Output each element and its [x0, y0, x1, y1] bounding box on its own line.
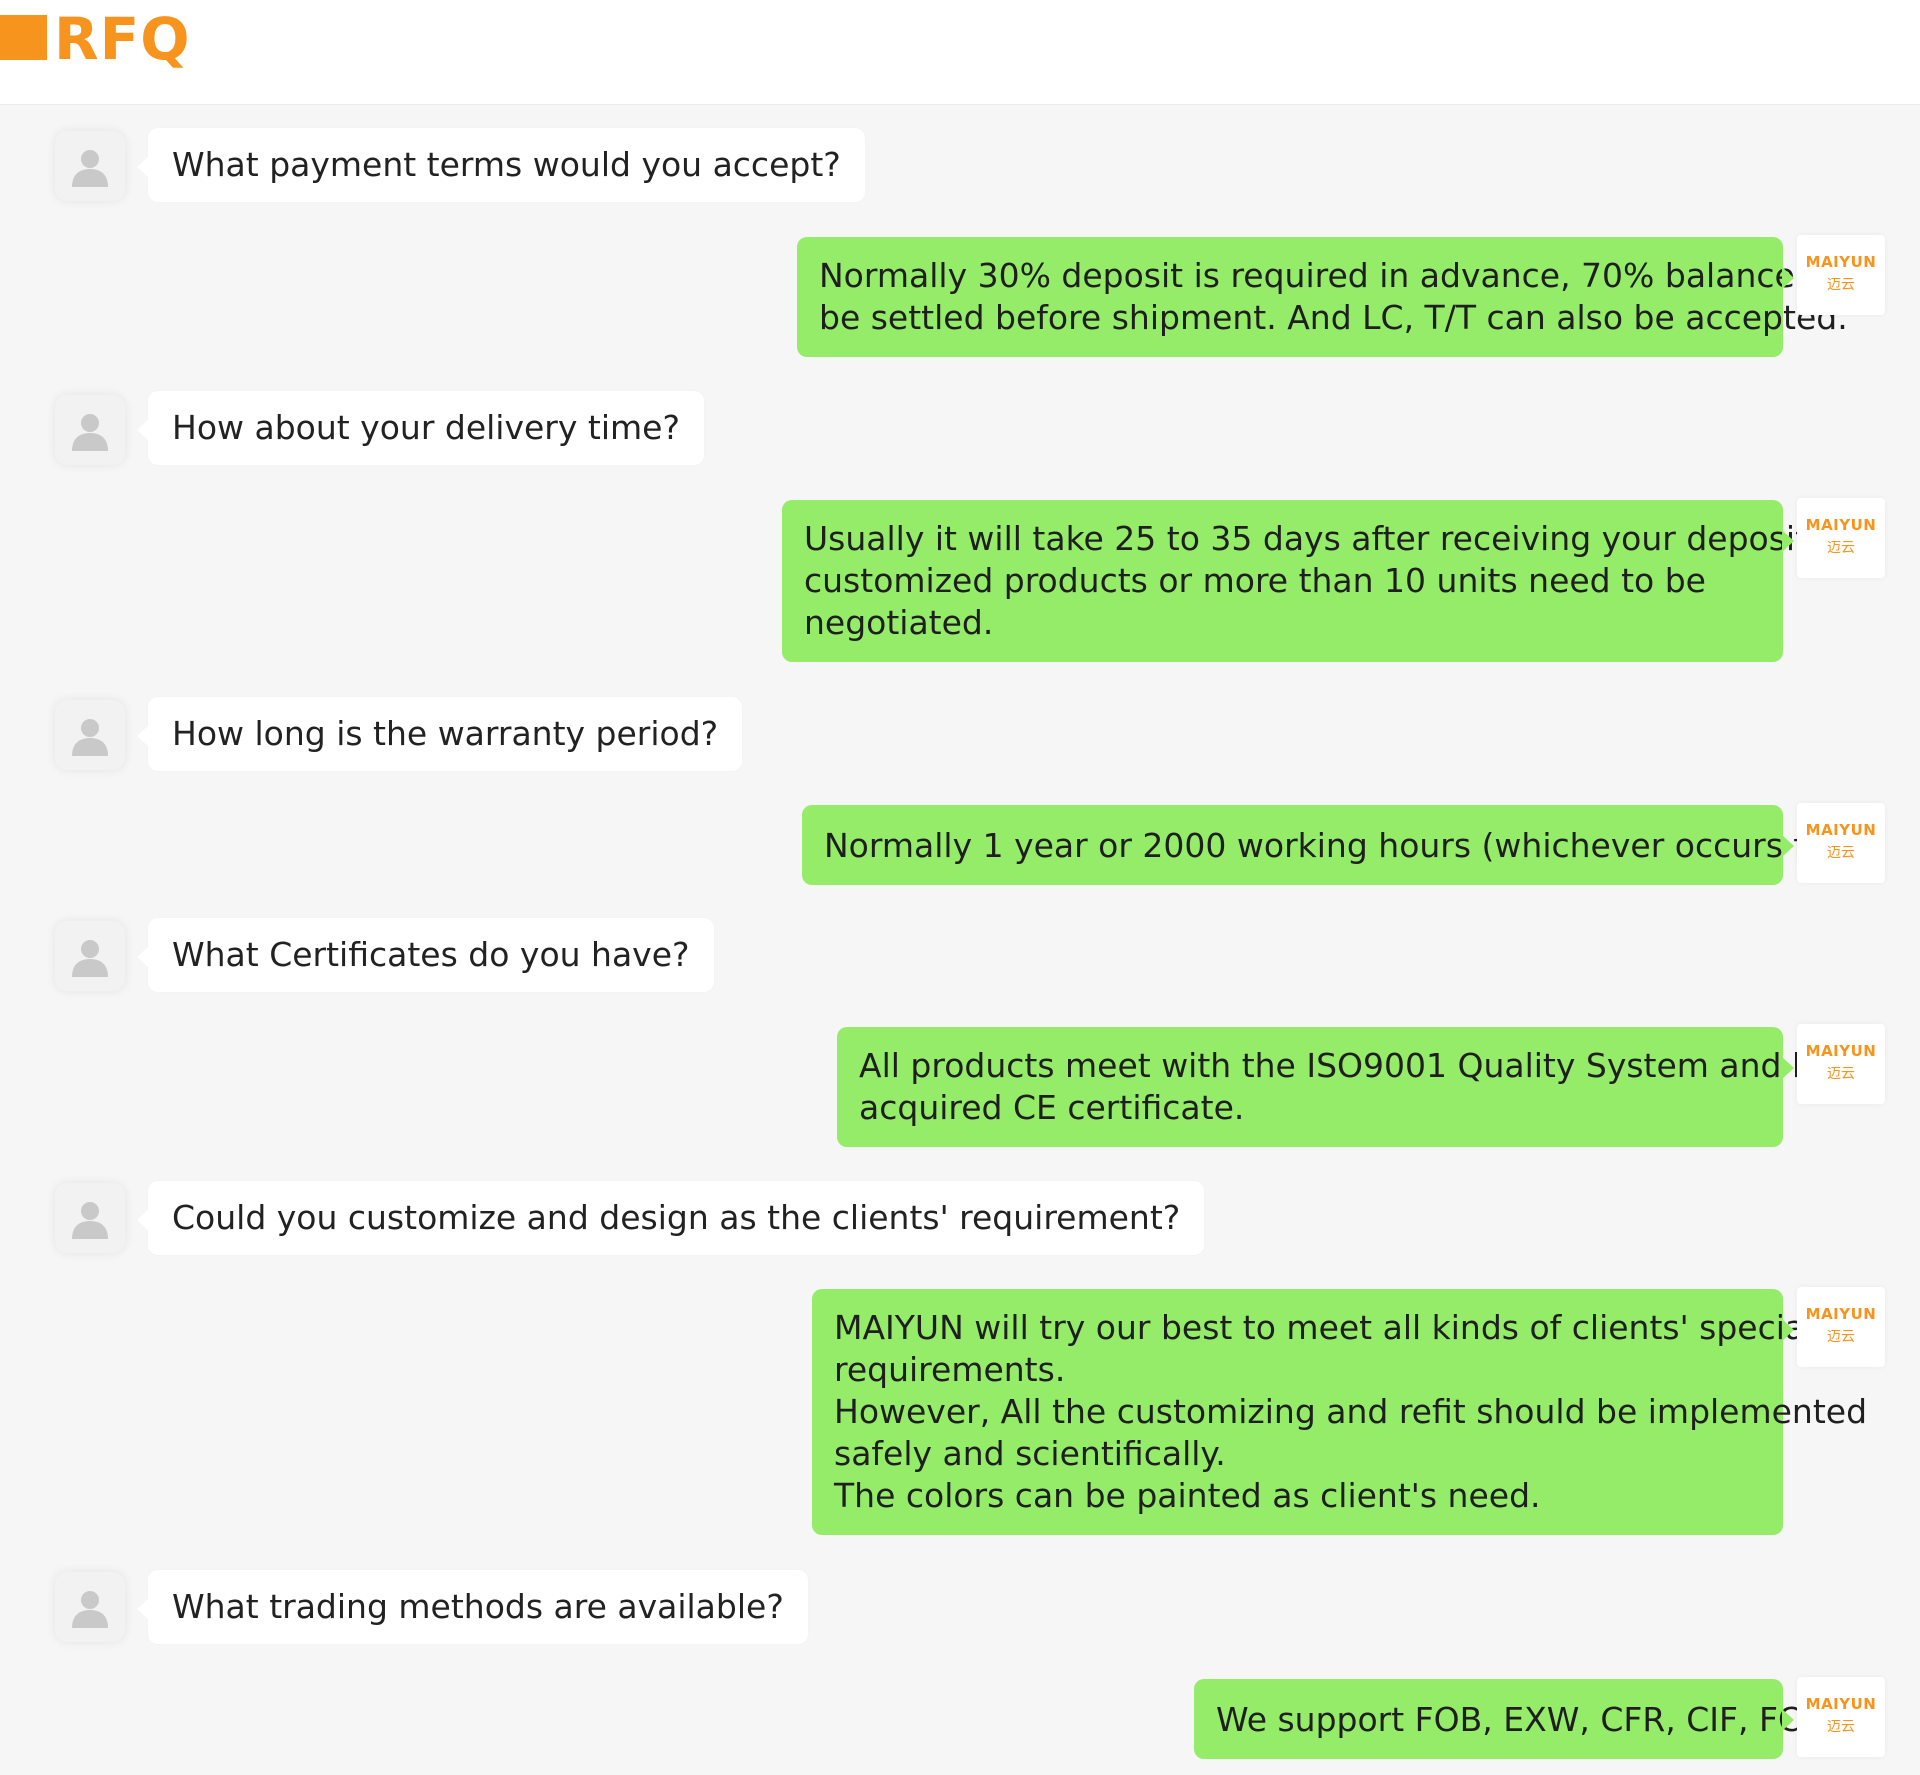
answer-bubble: All products meet with the ISO9001 Quali…	[837, 1027, 1873, 1147]
user-silhouette-icon	[72, 940, 108, 977]
answer-line: safely and scientifically.	[834, 1434, 1226, 1473]
logo-text: MAIYUN	[1805, 1042, 1877, 1060]
logo-text: MAIYUN	[1805, 1695, 1877, 1713]
answer-line: We support FOB, EXW, CFR, CIF, FCA.	[1216, 1700, 1834, 1739]
question-bubble: How about your delivery time?	[137, 391, 704, 465]
user-avatar-icon	[55, 700, 125, 770]
logo-subtext: 迈云	[1827, 1329, 1855, 1345]
maiyun-logo: MAIYUN 迈云	[1797, 803, 1885, 883]
question-text: What Certificates do you have?	[172, 935, 690, 974]
question-bubble: Could you customize and design as the cl…	[136, 1181, 1205, 1255]
answer-line: Normally 30% deposit is required in adva…	[819, 256, 1882, 295]
page-title: RFQ	[54, 5, 191, 73]
answer-bubble: MAIYUN will try our best to meet all kin…	[812, 1289, 1868, 1535]
maiyun-logo: MAIYUN 迈云	[1797, 1024, 1885, 1104]
question-text: Could you customize and design as the cl…	[172, 1198, 1181, 1237]
user-silhouette-icon	[72, 1202, 108, 1239]
answer-bubble: Normally 30% deposit is required in adva…	[797, 237, 1882, 357]
maiyun-logo: MAIYUN 迈云	[1797, 1287, 1885, 1367]
question-text: How about your delivery time?	[172, 408, 680, 447]
maiyun-logo: MAIYUN 迈云	[1797, 235, 1885, 315]
rfq-marker	[0, 15, 47, 60]
logo-text: MAIYUN	[1805, 1305, 1877, 1323]
answer-line: acquired CE certificate.	[859, 1088, 1245, 1127]
logo-subtext: 迈云	[1827, 540, 1855, 556]
logo-text: MAIYUN	[1805, 821, 1877, 839]
user-avatar-icon	[55, 1183, 125, 1253]
answer-line: The colors can be painted as client's ne…	[834, 1476, 1541, 1515]
logo-subtext: 迈云	[1827, 1719, 1855, 1735]
answer-line: However, All the customizing and refit s…	[834, 1392, 1868, 1431]
logo-subtext: 迈云	[1827, 845, 1855, 861]
question-bubble: What Certificates do you have?	[137, 918, 714, 992]
question-text: How long is the warranty period?	[172, 714, 719, 753]
question-text: What payment terms would you accept?	[172, 145, 841, 184]
header-bar: RFQ	[0, 0, 1920, 105]
answer-line: be settled before shipment. And LC, T/T …	[819, 298, 1848, 337]
logo-text: MAIYUN	[1805, 516, 1877, 534]
answer-line: negotiated.	[804, 603, 994, 642]
question-bubble: What payment terms would you accept?	[137, 128, 865, 202]
answer-bubble: Normally 1 year or 2000 working hours (w…	[802, 805, 1882, 885]
user-avatar-icon	[55, 1572, 125, 1642]
user-avatar-icon	[55, 395, 125, 465]
answer-line: Usually it will take 25 to 35 days after…	[804, 519, 1886, 558]
maiyun-logo: MAIYUN 迈云	[1797, 498, 1885, 578]
answer-bubble: Usually it will take 25 to 35 days after…	[782, 500, 1886, 662]
answer-line: All products meet with the ISO9001 Quali…	[859, 1046, 1873, 1085]
user-silhouette-icon	[72, 719, 108, 756]
answer-line: requirements.	[834, 1350, 1066, 1389]
user-silhouette-icon	[72, 1591, 108, 1628]
maiyun-logo: MAIYUN 迈云	[1797, 1677, 1885, 1757]
question-bubble: How long is the warranty period?	[136, 697, 743, 771]
answer-bubble: We support FOB, EXW, CFR, CIF, FCA.	[1194, 1679, 1834, 1759]
answer-line: MAIYUN will try our best to meet all kin…	[834, 1308, 1815, 1347]
logo-subtext: 迈云	[1827, 277, 1855, 293]
answer-line: customized products or more than 10 unit…	[804, 561, 1706, 600]
logo-text: MAIYUN	[1805, 253, 1877, 271]
answer-line: Normally 1 year or 2000 working hours (w…	[824, 826, 1882, 865]
question-text: What trading methods are available?	[172, 1587, 784, 1626]
logo-subtext: 迈云	[1827, 1066, 1855, 1082]
user-silhouette-icon	[72, 150, 108, 187]
user-avatar-icon	[55, 921, 125, 991]
user-avatar-icon	[55, 131, 125, 201]
question-bubble: What trading methods are available?	[137, 1570, 808, 1644]
user-silhouette-icon	[72, 414, 108, 451]
